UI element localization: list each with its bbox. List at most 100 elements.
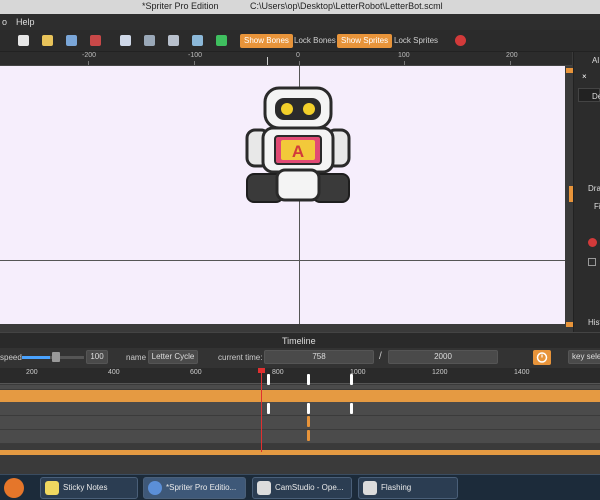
main-toolbar: Show Bones Lock Bones Show Sprites Lock … — [0, 30, 600, 52]
magnet-icon[interactable] — [455, 35, 466, 46]
animation-name-input[interactable]: Letter Cycle — [148, 350, 198, 364]
current-time-label: current time: — [218, 353, 263, 362]
ruler-keyframe[interactable] — [350, 374, 353, 385]
ruler-tick — [510, 61, 511, 65]
canvas-ruler: -200 -100 0 100 200 — [0, 52, 572, 66]
origin-horizontal-axis — [0, 260, 572, 261]
current-time-input[interactable]: 758 — [264, 350, 374, 364]
timeline-ruler-label: 400 — [108, 369, 120, 376]
playhead-handle-icon[interactable] — [258, 368, 265, 373]
ruler-keyframe[interactable] — [267, 374, 270, 385]
open-folder-icon[interactable] — [42, 35, 53, 46]
timeline-ruler-label: 600 — [190, 369, 202, 376]
key-select-dropdown[interactable]: key sele — [568, 350, 600, 364]
timeline-track-selected[interactable] — [0, 390, 600, 402]
lock-bones-button[interactable]: Lock Bones — [290, 34, 340, 48]
timeline-header: Timeline — [0, 332, 600, 348]
timeline-ruler-label: 200 — [26, 369, 38, 376]
panel-label: Al — [592, 56, 600, 65]
show-bones-button[interactable]: Show Bones — [240, 34, 293, 48]
robot-right-eye — [303, 103, 315, 115]
layout-icon[interactable] — [168, 35, 179, 46]
speed-label: speed — [0, 353, 22, 362]
panel-label: Hist — [588, 318, 600, 327]
show-sprites-button[interactable]: Show Sprites — [337, 34, 393, 48]
ruler-label: -200 — [82, 52, 97, 59]
timeline-settings-button[interactable] — [533, 350, 551, 365]
ruler-tick — [404, 61, 405, 65]
taskbar-item-sticky-notes[interactable]: Sticky Notes — [40, 477, 138, 499]
collapse-icon[interactable] — [588, 258, 596, 266]
panel-label: Drag — [588, 184, 600, 193]
window-file-path: C:\Users\op\Desktop\LetterRobot\LetterBo… — [250, 1, 443, 11]
track-keyframe[interactable] — [350, 403, 353, 414]
ruler-tick — [194, 61, 195, 65]
timeline-track[interactable] — [0, 430, 600, 444]
delete-icon[interactable] — [588, 238, 597, 247]
total-time-input[interactable]: 2000 — [388, 350, 498, 364]
track-keyframe[interactable] — [267, 403, 270, 414]
image-icon[interactable] — [192, 35, 203, 46]
taskbar-item-label: *Spriter Pro Editio... — [166, 483, 237, 492]
ruler-tick — [299, 61, 300, 65]
timeline-track[interactable] — [0, 402, 600, 416]
taskbar-item-camstudio[interactable]: CamStudio - Ope... — [252, 477, 352, 499]
robot-base — [275, 168, 321, 202]
panel-label: De — [592, 92, 600, 101]
window-icon[interactable] — [120, 35, 131, 46]
flashing-window-icon — [363, 481, 377, 495]
panel-close-icon[interactable]: × — [582, 72, 587, 81]
clock-icon — [536, 352, 548, 363]
sticky-notes-icon — [45, 481, 59, 495]
timeline-title: Timeline — [282, 336, 316, 346]
new-file-icon[interactable] — [18, 35, 29, 46]
ruler-marker — [267, 57, 268, 65]
robot-left-eye — [281, 103, 293, 115]
lock-sprites-button[interactable]: Lock Sprites — [390, 34, 442, 48]
timeline-ruler[interactable]: 200 400 600 800 1000 1200 1400 — [0, 368, 600, 384]
speed-slider-fill — [22, 356, 50, 359]
taskbar-item-label: Sticky Notes — [63, 483, 108, 492]
timeline-track[interactable] — [0, 416, 600, 430]
ruler-tick — [88, 61, 89, 65]
scroll-up-arrow-icon[interactable] — [566, 68, 573, 73]
timeline-playhead[interactable] — [261, 368, 262, 452]
panel-label: Fi — [594, 202, 600, 211]
timeline-ruler-label: 1400 — [514, 369, 530, 376]
ruler-label: 200 — [506, 52, 518, 59]
panel-icon[interactable] — [144, 35, 155, 46]
robot-letter: A — [292, 142, 304, 161]
fit-view-icon[interactable] — [216, 35, 227, 46]
ruler-keyframe[interactable] — [307, 374, 310, 385]
track-keyframe-selected[interactable] — [307, 430, 310, 441]
save-icon[interactable] — [66, 35, 77, 46]
timeline-controls: speed 100 name Letter Cycle current time… — [0, 348, 600, 368]
track-keyframe-selected[interactable] — [307, 416, 310, 427]
scroll-down-arrow-icon[interactable] — [566, 322, 573, 327]
spriter-icon — [148, 481, 162, 495]
os-taskbar: Sticky Notes *Spriter Pro Editio... CamS… — [0, 474, 600, 500]
taskbar-item-flashing[interactable]: Flashing — [358, 477, 458, 499]
window-titlebar: *Spriter Pro Edition C:\Users\op\Desktop… — [0, 0, 600, 14]
speed-input[interactable]: 100 — [86, 350, 108, 364]
save-as-icon[interactable] — [90, 35, 101, 46]
robot-sprite[interactable]: A — [245, 86, 351, 206]
right-dock-panel: Al × De Drag Fi Hist — [573, 52, 600, 332]
taskbar-item-spriter[interactable]: *Spriter Pro Editio... — [143, 477, 246, 499]
timeline-ruler-label: 800 — [272, 369, 284, 376]
camstudio-icon — [257, 481, 271, 495]
taskbar-item-label: Flashing — [381, 483, 412, 492]
menu-item-help[interactable]: Help — [16, 17, 35, 27]
ruler-label: -100 — [188, 52, 203, 59]
track-keyframe[interactable] — [307, 403, 310, 414]
menu-bar: o Help — [0, 14, 600, 30]
firefox-icon[interactable] — [4, 478, 24, 498]
timeline-empty-area — [0, 455, 600, 474]
ruler-label: 100 — [398, 52, 410, 59]
menu-item-partial[interactable]: o — [2, 17, 7, 27]
ruler-label: 0 — [296, 52, 300, 59]
speed-slider-knob[interactable] — [52, 352, 60, 362]
taskbar-item-label: CamStudio - Ope... — [275, 483, 344, 492]
timeline-ruler-label: 1200 — [432, 369, 448, 376]
name-label: name — [126, 353, 147, 362]
